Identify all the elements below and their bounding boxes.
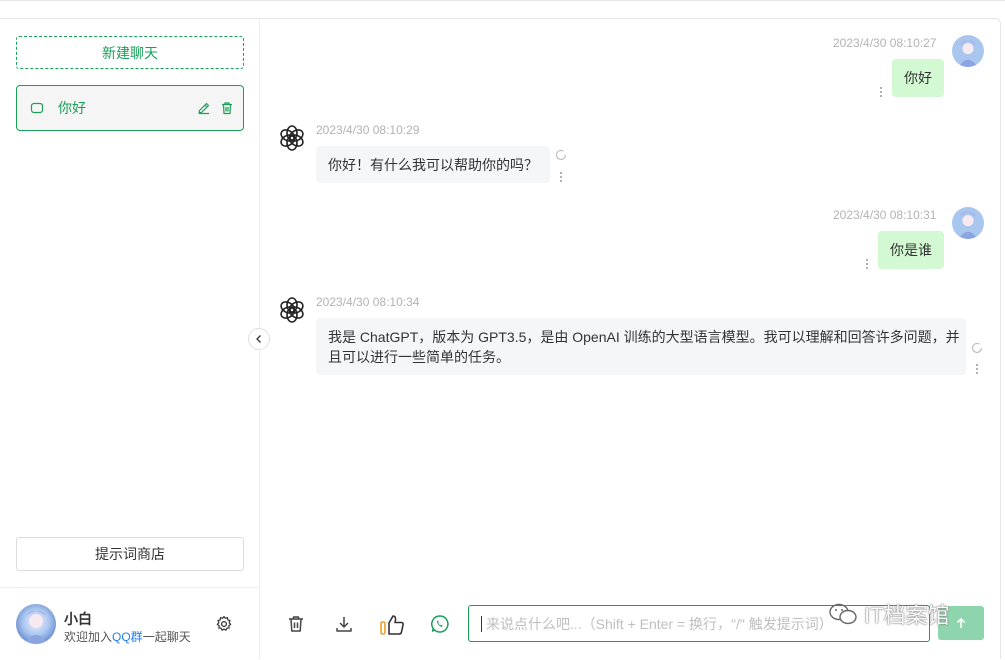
whatsapp-icon[interactable] — [430, 614, 450, 634]
more-vertical-icon[interactable] — [865, 257, 869, 269]
download-icon[interactable] — [334, 614, 354, 634]
user-message-avatar — [952, 35, 984, 67]
chat-bubble-icon — [30, 101, 44, 115]
user-message-avatar — [952, 207, 984, 239]
thumb-icon[interactable] — [380, 614, 406, 635]
qq-group-link[interactable]: QQ群 — [112, 630, 143, 644]
chat-item[interactable]: 你好 — [16, 85, 244, 131]
more-vertical-icon[interactable] — [975, 362, 979, 374]
delete-icon[interactable] — [286, 614, 306, 634]
collapse-sidebar-button[interactable] — [248, 328, 270, 350]
watermark-text: IT档案馆 — [864, 603, 950, 628]
user-desc-suffix: 一起聊天 — [142, 630, 191, 644]
assistant-message-bubble: 你好！有什么我可以帮助你的吗？ — [316, 146, 550, 183]
sidebar: 新建聊天 你好 提示词商店 小白 欢迎加入QQ群一起聊天 — [0, 19, 260, 659]
watermark: IT档案馆 — [828, 598, 950, 630]
assistant-message-line: 且可以进行一些简单的任务。 — [328, 349, 510, 365]
trash-icon[interactable] — [220, 101, 234, 115]
prompt-store-button[interactable]: 提示词商店 — [16, 537, 244, 571]
edit-icon[interactable] — [197, 101, 211, 115]
assistant-message-line: 我是 ChatGPT，版本为 GPT3.5，是由 OpenAI 训练的大型语言模… — [328, 329, 960, 345]
user-avatar[interactable] — [16, 604, 56, 644]
message-time: 2023/4/30 08:10:29 — [316, 123, 420, 137]
new-chat-button[interactable]: 新建聊天 — [16, 36, 244, 69]
more-vertical-icon[interactable] — [559, 170, 563, 182]
text-caret — [481, 615, 482, 632]
message-time: 2023/4/30 08:10:31 — [833, 208, 937, 222]
refresh-icon[interactable] — [971, 341, 983, 353]
chat-item-label: 你好 — [58, 100, 86, 116]
more-vertical-icon[interactable] — [879, 85, 883, 97]
chevron-left-icon — [254, 334, 264, 344]
user-message-bubble: 你是谁 — [878, 231, 944, 269]
message-time: 2023/4/30 08:10:34 — [316, 295, 420, 309]
user-name: 小白 — [64, 611, 92, 627]
wechat-icon — [829, 603, 857, 625]
assistant-message-bubble: 我是 ChatGPT，版本为 GPT3.5，是由 OpenAI 训练的大型语言模… — [316, 318, 966, 375]
top-divider — [0, 0, 1005, 1]
message-time: 2023/4/30 08:10:27 — [833, 36, 937, 50]
user-description: 欢迎加入QQ群一起聊天 — [64, 628, 191, 645]
refresh-icon[interactable] — [555, 148, 567, 160]
message-input-placeholder: 来说点什么吧...（Shift + Enter = 换行，"/" 触发提示词） — [486, 615, 833, 632]
send-icon — [954, 616, 968, 630]
user-desc-prefix: 欢迎加入 — [64, 630, 113, 644]
user-panel: 小白 欢迎加入QQ群一起聊天 — [0, 587, 259, 660]
user-message-bubble: 你好 — [892, 59, 944, 97]
openai-logo-icon — [278, 296, 306, 324]
gear-icon[interactable] — [215, 615, 233, 633]
openai-logo-icon — [278, 124, 306, 152]
